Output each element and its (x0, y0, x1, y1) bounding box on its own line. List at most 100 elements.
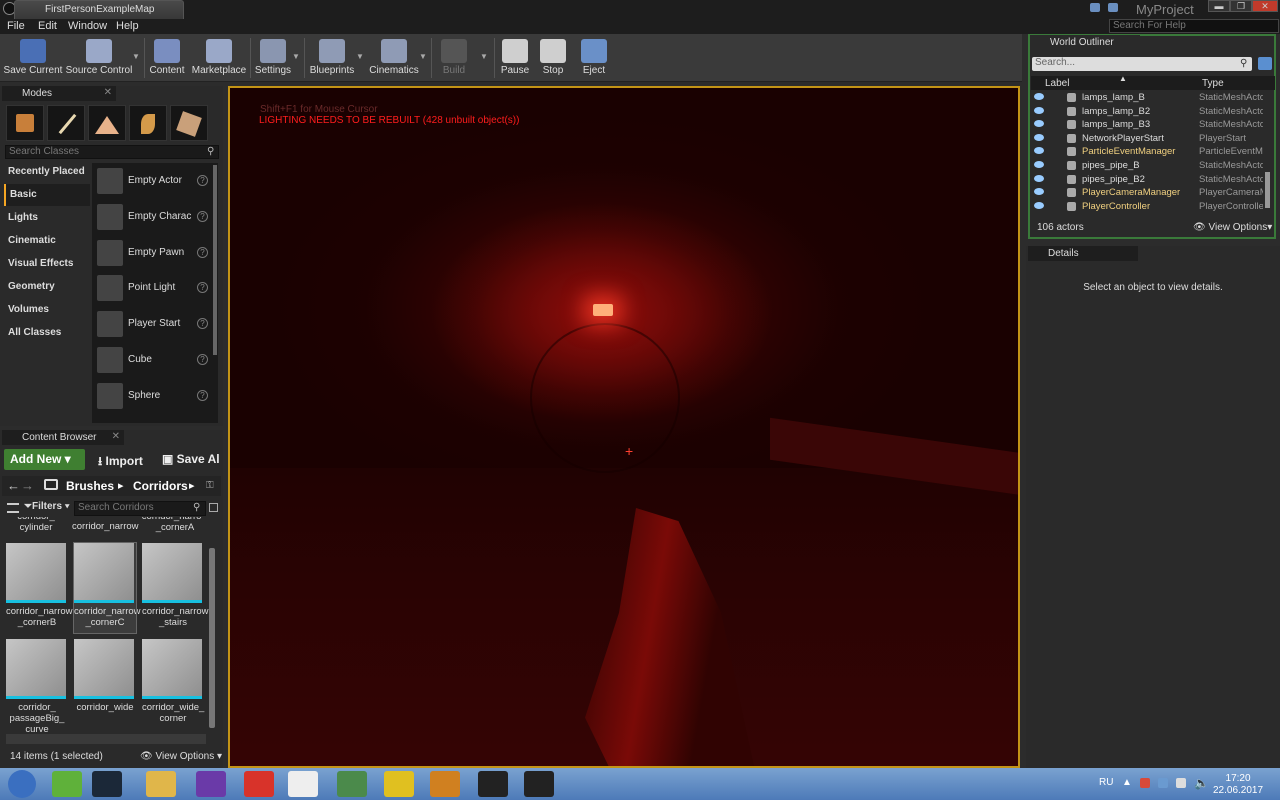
asset-tile[interactable]: corridor_narrow _stairs (142, 543, 209, 633)
menu-window[interactable]: Window (68, 20, 107, 32)
asset-tile[interactable]: corridor_wide (74, 639, 136, 729)
outliner-row[interactable]: NetworkPlayerStart PlayerStart (1031, 132, 1263, 146)
settings-button[interactable]: Settings (253, 35, 293, 81)
outliner-row[interactable]: lamps_lamp_B3 StaticMeshActor (1031, 118, 1263, 132)
visibility-eye-icon[interactable] (1034, 133, 1044, 141)
menu-edit[interactable]: Edit (38, 20, 57, 32)
mode-category-all-classes[interactable]: All Classes (4, 322, 90, 344)
chevron-down-icon[interactable]: ▼ (480, 52, 488, 61)
class-item[interactable]: Sphere? (96, 381, 214, 413)
chevron-down-icon[interactable]: ▼ (132, 52, 140, 61)
task-manager-icon[interactable] (337, 771, 367, 797)
view-options-button[interactable]: 👁 View Options ▾ (140, 751, 222, 762)
asset-tile[interactable]: corridor_narrow _cornerC (73, 542, 141, 634)
tray-flag-icon[interactable] (1140, 778, 1150, 788)
path-segment-brushes[interactable]: Brushes (66, 479, 114, 493)
outliner-view-options-button[interactable]: 👁 View Options▾ (1193, 222, 1272, 233)
mode-category-visual-effects[interactable]: Visual Effects (4, 253, 90, 275)
visibility-eye-icon[interactable] (1034, 201, 1044, 209)
save-all-button[interactable]: ▣ Save Al (156, 450, 226, 470)
content-browser-tab[interactable]: Content Browser ✕ (2, 430, 124, 445)
asset-tile[interactable]: corridor_wide_ corner (142, 639, 204, 729)
network-icon[interactable] (1176, 778, 1186, 788)
outliner-row[interactable]: pipes_pipe_B StaticMeshActor (1031, 159, 1263, 173)
folder-icon[interactable] (44, 479, 58, 490)
lock-icon[interactable]: ⚿ (206, 480, 214, 491)
utorrent-icon[interactable] (52, 771, 82, 797)
class-item[interactable]: Cube? (96, 345, 214, 377)
class-item[interactable]: Empty Pawn? (96, 238, 214, 270)
help-icon[interactable]: ? (197, 282, 208, 294)
back-arrow-icon[interactable]: ← (7, 478, 20, 493)
volume-icon[interactable]: 🔈 (1194, 776, 1209, 790)
menu-help[interactable]: Help (116, 20, 139, 32)
class-item[interactable]: Point Light? (96, 273, 214, 305)
marketplace-small-icon[interactable] (1108, 3, 1118, 12)
landscape-mode-icon[interactable] (88, 105, 126, 141)
paint-mode-icon[interactable] (47, 105, 85, 141)
class-item[interactable]: Empty Actor? (96, 166, 214, 198)
mode-category-geometry[interactable]: Geometry (4, 276, 90, 298)
search-help-input[interactable]: Search For Help (1109, 19, 1279, 33)
plus-app-icon[interactable] (384, 771, 414, 797)
path-segment-corridors[interactable]: Corridors (133, 479, 188, 493)
visibility-eye-icon[interactable] (1034, 174, 1044, 182)
tray-expand-icon[interactable]: ▲ (1122, 777, 1132, 788)
asset-tile[interactable]: corridor_ passageBig_ curve (6, 639, 68, 735)
csgo-icon[interactable] (430, 771, 460, 797)
close-button[interactable]: ✕ (1252, 0, 1278, 12)
visibility-eye-icon[interactable] (1034, 147, 1044, 155)
cinematics-button[interactable]: Cinematics (368, 35, 420, 81)
help-icon[interactable]: ? (197, 354, 208, 365)
asset-label[interactable]: corridor_ cylinder (4, 517, 68, 533)
world-outliner-tab[interactable]: World Outliner (1030, 35, 1140, 50)
geometry-mode-icon[interactable] (170, 105, 208, 141)
outliner-row[interactable]: pipes_pipe_B2 StaticMeshActor (1031, 173, 1263, 187)
mode-category-cinematic[interactable]: Cinematic (4, 230, 90, 252)
steam-icon[interactable] (92, 771, 122, 797)
chrome-icon[interactable] (244, 771, 274, 797)
outliner-scrollbar[interactable] (1265, 172, 1270, 208)
save-search-icon[interactable] (209, 503, 218, 512)
import-button[interactable]: ⭳ Import (92, 450, 149, 470)
asset-label[interactable]: corridor_narrow (72, 521, 139, 532)
tray-steam-icon[interactable] (1158, 778, 1168, 788)
outliner-row[interactable]: lamps_lamp_B StaticMeshActor (1031, 91, 1263, 105)
class-item[interactable]: Empty Charac? (96, 202, 214, 234)
asset-scrollbar[interactable] (209, 548, 215, 728)
outliner-row[interactable]: PlayerController PlayerControlle (1031, 200, 1263, 214)
notification-icon[interactable] (1090, 3, 1100, 12)
eject-button[interactable]: Eject (576, 35, 612, 81)
forward-arrow-icon[interactable]: → (21, 478, 34, 493)
label-column-header[interactable]: Label (1045, 78, 1069, 89)
outliner-row[interactable]: lamps_lamp_B2 StaticMeshActor (1031, 105, 1263, 119)
chevron-down-icon[interactable]: ▼ (292, 52, 300, 61)
build-button[interactable]: Build (435, 35, 473, 81)
visibility-eye-icon[interactable] (1034, 161, 1044, 168)
blueprints-button[interactable]: Blueprints (307, 35, 357, 81)
asset-tile[interactable]: corridor_narrow _cornerB (6, 543, 73, 633)
foliage-mode-icon[interactable] (129, 105, 167, 141)
asset-label[interactable]: corridor_narrow _cornerA (140, 517, 202, 533)
language-indicator[interactable]: RU (1099, 777, 1113, 788)
help-icon[interactable]: ? (197, 246, 208, 258)
mode-category-recently-placed[interactable]: Recently Placed (4, 161, 90, 183)
help-icon[interactable]: ? (197, 318, 208, 330)
type-column-header[interactable]: Type (1202, 78, 1224, 89)
level-viewport[interactable]: + Shift+F1 for Mouse Cursor LIGHTING NEE… (228, 86, 1020, 768)
pause-button[interactable]: Pause (498, 35, 532, 81)
chevron-down-icon[interactable]: ▼ (419, 52, 427, 61)
source-control-button[interactable]: Source Control (65, 35, 133, 81)
marketplace-button[interactable]: Marketplace (190, 35, 248, 81)
help-icon[interactable]: ? (197, 175, 208, 186)
content-button[interactable]: Content (148, 35, 186, 81)
stop-button[interactable]: Stop (536, 35, 570, 81)
help-icon[interactable]: ? (197, 210, 208, 222)
minimize-button[interactable]: ▬ (1208, 0, 1230, 12)
maximize-button[interactable]: ❐ (1230, 0, 1252, 12)
visibility-eye-icon[interactable] (1034, 188, 1044, 196)
outliner-settings-icon[interactable] (1258, 57, 1272, 70)
explorer-icon[interactable] (146, 771, 176, 797)
search-classes-input[interactable]: Search Classes (5, 145, 219, 159)
menu-file[interactable]: File (7, 20, 25, 32)
